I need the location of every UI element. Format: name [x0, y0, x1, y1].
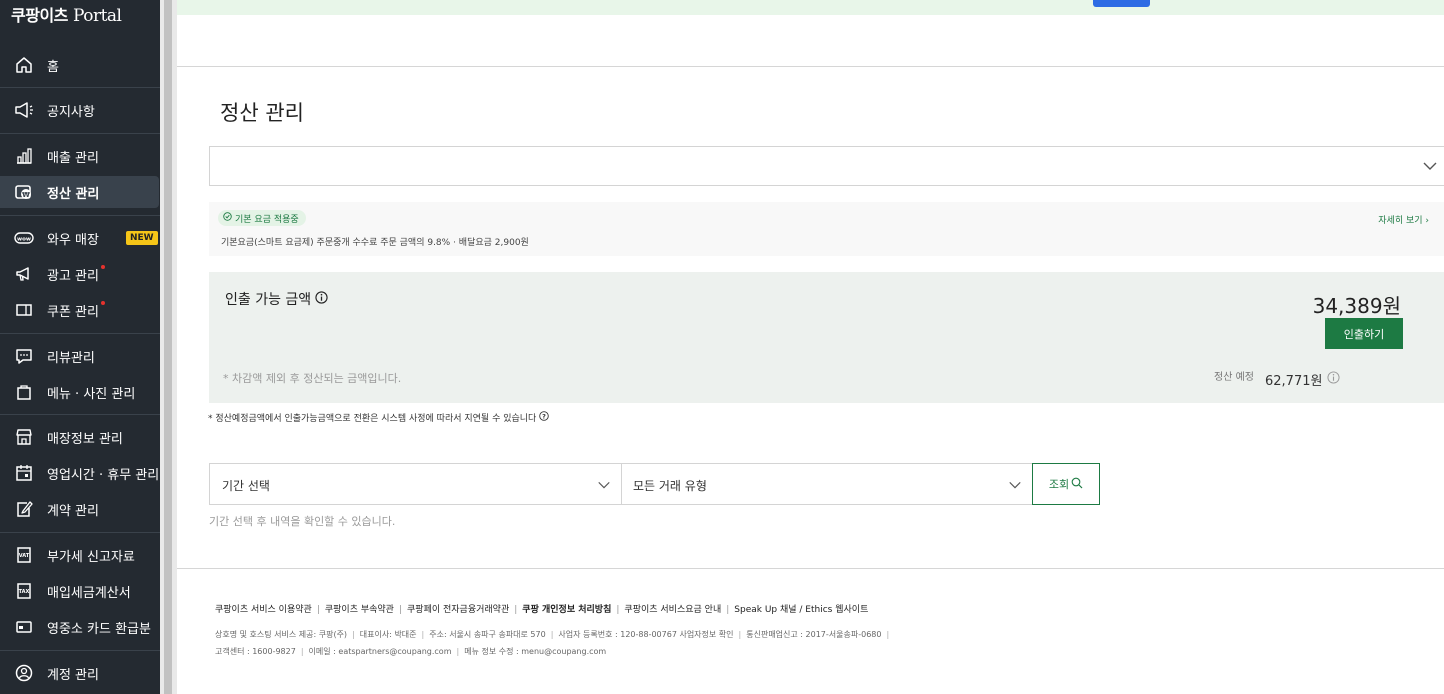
sidebar-divider	[0, 87, 160, 88]
withdraw-button[interactable]: 인출하기	[1325, 318, 1403, 349]
new-badge: NEW	[126, 231, 158, 245]
sidebar-item-hours[interactable]: 영업시간 · 휴무 관리	[0, 457, 160, 489]
info-icon[interactable]	[1327, 371, 1340, 388]
review-icon	[14, 346, 34, 366]
sidebar-item-contract[interactable]: 계약 관리	[0, 493, 160, 525]
sidebar-item-settlement[interactable]: ₩ 정산 관리	[0, 176, 159, 208]
store-icon	[14, 427, 34, 447]
footer-links: 쿠팡이츠 서비스 이용약관 | 쿠팡이츠 부속약관 | 쿠팡페이 전자금융거래약관 | 쿠팡…	[215, 605, 869, 615]
header-divider	[177, 66, 1444, 67]
sidebar-divider	[0, 414, 160, 415]
sidebar-divider	[0, 650, 160, 651]
check-circle-icon	[223, 212, 232, 224]
footer-link[interactable]: 쿠팡이츠 서비스 이용약관	[215, 605, 312, 615]
footer-link-privacy[interactable]: 쿠팡 개인정보 처리방침	[522, 605, 611, 615]
home-icon	[14, 55, 34, 75]
top-banner	[177, 0, 1444, 15]
transaction-type-select[interactable]: 모든 거래 유형	[621, 463, 1033, 505]
banner-button[interactable]	[1093, 0, 1150, 7]
query-button[interactable]: 조회	[1032, 463, 1100, 505]
withdraw-panel: 인출 가능 금액 34,389원 인출하기 * 차감액 제외 후 정산되는 금액…	[209, 272, 1444, 403]
chevron-down-icon	[1008, 477, 1022, 496]
sidebar-divider	[0, 133, 160, 134]
svg-text:TAX: TAX	[19, 589, 30, 595]
main-content: 정산 관리 기본 요금 적용중 기본요금(스마트 요금제) 주문중개 수수료 주…	[177, 0, 1444, 694]
sidebar-item-vat[interactable]: VAT 부가세 신고자료	[0, 539, 160, 571]
footer-link[interactable]: 쿠팡이츠 서비스요금 안내	[624, 605, 721, 615]
svg-text:₩: ₩	[22, 191, 30, 199]
alert-dot	[100, 264, 105, 269]
sidebar-item-coupon[interactable]: 쿠폰 관리	[0, 294, 160, 326]
footer-contact-info: 고객센터 : 1600-9827 | 이메일 : eatspartners@coup…	[215, 647, 607, 656]
card-icon	[14, 617, 34, 637]
vat-icon: VAT	[14, 545, 34, 565]
footer-company-info: 상호명 및 호스팅 서비스 제공: 쿠팡(주) | 대표이사: 박대준 | 주소: 서울…	[215, 630, 890, 639]
svg-text:wow: wow	[17, 237, 31, 243]
sidebar-item-notice[interactable]: 공지사항	[0, 94, 160, 126]
app-logo[interactable]: 쿠팡이츠 Portal	[11, 2, 122, 26]
ad-megaphone-icon	[14, 264, 34, 284]
sidebar-item-home[interactable]: 홈	[0, 49, 160, 81]
footer-link[interactable]: Speak Up 채널 / Ethics 웹사이트	[734, 605, 868, 615]
sidebar-item-tax-invoice[interactable]: TAX 매입세금계산서	[0, 575, 160, 607]
account-icon	[14, 663, 34, 683]
footer-divider	[177, 568, 1444, 569]
info-icon[interactable]	[315, 290, 328, 308]
settlement-icon: ₩	[14, 182, 34, 202]
sidebar-item-account[interactable]: 계정 관리	[0, 657, 160, 689]
tax-invoice-icon: TAX	[14, 581, 34, 601]
svg-text:?: ?	[542, 413, 546, 421]
scheduled-label: 정산 예정	[1214, 372, 1254, 383]
sidebar-item-ads[interactable]: 광고 관리	[0, 258, 160, 290]
help-icon[interactable]: ?	[539, 411, 550, 424]
chevron-down-icon	[1422, 158, 1438, 178]
svg-text:VAT: VAT	[19, 553, 30, 559]
plan-status-badge: 기본 요금 적용중	[218, 210, 306, 226]
sidebar-divider	[0, 532, 160, 533]
wow-icon: wow	[14, 228, 34, 248]
chevron-down-icon	[597, 477, 611, 496]
bar-chart-icon	[14, 146, 34, 166]
contract-icon	[14, 499, 34, 519]
sidebar-item-store-info[interactable]: 매장정보 관리	[0, 421, 160, 453]
store-select[interactable]	[209, 146, 1444, 186]
period-select[interactable]: 기간 선택	[209, 463, 622, 505]
withdraw-label: 인출 가능 금액	[225, 289, 328, 309]
scrollbar-thumb[interactable]	[164, 0, 172, 694]
plan-description: 기본요금(스마트 요금제) 주문중개 수수료 주문 금액의 9.8% · 배달요…	[221, 238, 529, 248]
withdraw-amount: 34,389원	[1312, 294, 1401, 318]
calendar-icon	[14, 463, 34, 483]
coupon-icon	[14, 300, 34, 320]
footer-link[interactable]: 쿠팡이츠 부속약관	[325, 605, 394, 615]
alert-dot	[100, 300, 105, 305]
withdraw-note: * 차감액 제외 후 정산되는 금액입니다.	[223, 372, 402, 385]
sidebar-item-menu[interactable]: 메뉴 · 사진 관리	[0, 376, 160, 408]
sidebar-divider	[0, 215, 160, 216]
menu-bag-icon	[14, 382, 34, 402]
sidebar-item-review[interactable]: 리뷰관리	[0, 340, 160, 372]
sidebar-divider	[0, 333, 160, 334]
sidebar-item-card-refund[interactable]: 영중소 카드 환급분	[0, 611, 160, 643]
conversion-notice: * 정산예정금액에서 인출가능금액으로 전환은 시스템 사정에 따라서 지연될 …	[208, 411, 550, 424]
search-icon	[1071, 477, 1083, 492]
period-hint: 기간 선택 후 내역을 확인할 수 있습니다.	[209, 515, 396, 528]
sidebar-item-wow[interactable]: wow 와우 매장 NEW	[0, 222, 160, 254]
sidebar: 쿠팡이츠 Portal 홈 공지사항 매출 관리 ₩ 정산 관리 wow 와우 …	[0, 0, 160, 694]
plan-details-link[interactable]: 자세히 보기 ›	[1378, 213, 1429, 226]
sidebar-scrollbar[interactable]	[160, 0, 177, 694]
page-title: 정산 관리	[220, 101, 304, 125]
scheduled-amount: 62,771원	[1265, 370, 1340, 389]
plan-info-box: 기본 요금 적용중 기본요금(스마트 요금제) 주문중개 수수료 주문 금액의 …	[209, 202, 1444, 256]
sidebar-item-sales[interactable]: 매출 관리	[0, 140, 160, 172]
footer-link[interactable]: 쿠팡페이 전자금융거래약관	[407, 605, 509, 615]
megaphone-icon	[14, 100, 34, 120]
